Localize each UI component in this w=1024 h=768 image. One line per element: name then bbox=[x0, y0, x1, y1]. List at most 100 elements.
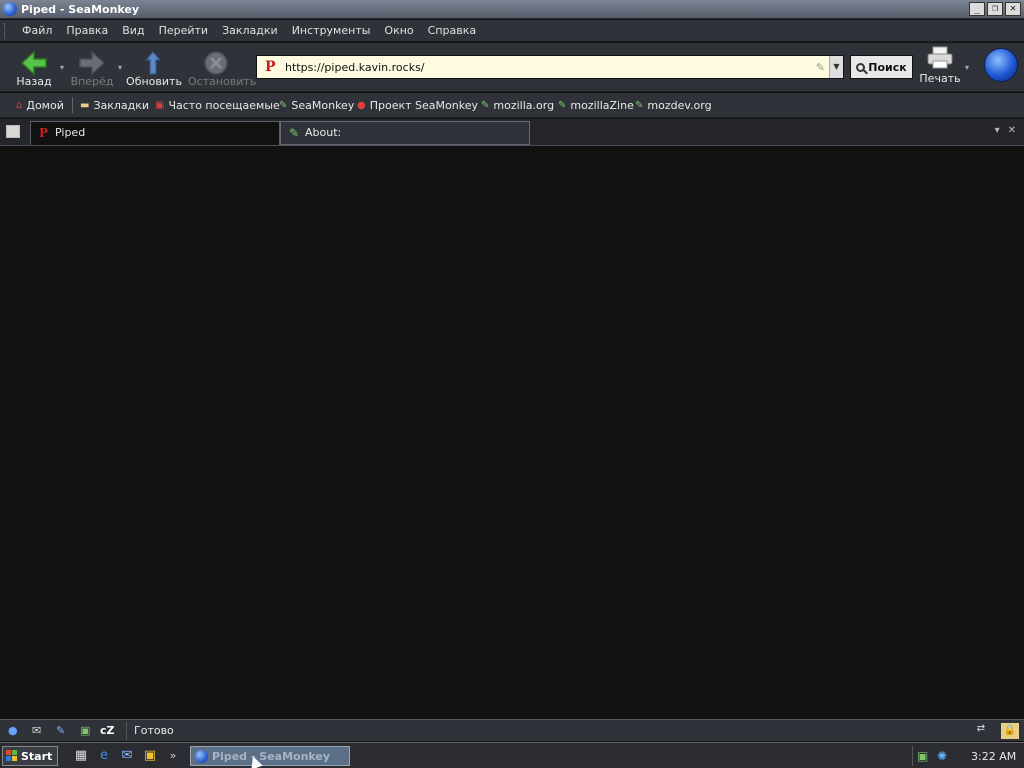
menu-window[interactable]: Окно bbox=[384, 24, 413, 37]
address-book-icon[interactable]: ▣ bbox=[80, 724, 90, 737]
link-icon: ✎ bbox=[289, 126, 300, 140]
title-bar: Piped - SeaMonkey _ ❐ ✕ bbox=[0, 0, 1024, 19]
back-button[interactable]: Назад bbox=[6, 46, 62, 90]
print-dropdown-icon[interactable]: ▾ bbox=[965, 63, 973, 72]
back-label: Назад bbox=[16, 75, 52, 88]
start-button[interactable]: Start bbox=[2, 746, 58, 766]
new-tab-icon[interactable] bbox=[6, 125, 20, 138]
bookmark-seamonkey-project[interactable]: ● Проект SeaMonkey bbox=[357, 99, 478, 112]
taskbar-item-label: Piped - SeaMonkey bbox=[212, 749, 331, 763]
windows-logo-icon bbox=[6, 750, 18, 762]
outlook-express-icon[interactable]: ✉ bbox=[118, 747, 136, 765]
reload-button[interactable]: Обновить bbox=[126, 46, 182, 90]
stop-button[interactable]: Остановить bbox=[188, 46, 257, 90]
page-content[interactable] bbox=[0, 146, 1024, 718]
update-icon[interactable]: ✺ bbox=[937, 749, 953, 763]
url-bar[interactable]: P ✎ ▼ bbox=[256, 55, 844, 79]
seamonkey-task-icon bbox=[195, 749, 208, 763]
security-lock-icon[interactable]: 🔒 bbox=[1000, 722, 1020, 740]
minimize-button[interactable]: _ bbox=[969, 2, 985, 16]
menu-view[interactable]: Вид bbox=[122, 24, 144, 37]
printer-icon bbox=[927, 46, 953, 69]
quicklaunch-more-icon[interactable]: » bbox=[164, 747, 182, 765]
tab-piped[interactable]: P Piped bbox=[30, 121, 280, 145]
link-icon: ✎ bbox=[481, 100, 490, 111]
bookmark-mozilla-org[interactable]: ✎ mozilla.org bbox=[481, 99, 554, 112]
bookmark-label: mozdev.org bbox=[647, 99, 712, 112]
forward-button[interactable]: Вперёд bbox=[64, 46, 120, 90]
tab-about[interactable]: ✎ About: bbox=[280, 121, 530, 145]
navigator-icon[interactable]: ● bbox=[8, 724, 18, 737]
menu-bookmarks[interactable]: Закладки bbox=[222, 24, 278, 37]
url-history-dropdown[interactable]: ▼ bbox=[829, 56, 843, 78]
menu-file[interactable]: Файл bbox=[22, 24, 52, 37]
menu-bar: Файл Правка Вид Перейти Закладки Инструм… bbox=[0, 20, 1024, 42]
forward-arrow-icon bbox=[79, 50, 106, 76]
history-icon: ▣ bbox=[155, 100, 165, 111]
bookmark-mozdev-org[interactable]: ✎ mozdev.org bbox=[635, 99, 712, 112]
link-icon: ✎ bbox=[635, 100, 644, 111]
menu-go[interactable]: Перейти bbox=[159, 24, 209, 37]
status-text: Готово bbox=[134, 724, 174, 737]
start-label: Start bbox=[21, 749, 53, 763]
folder-icon: ▬ bbox=[80, 100, 90, 111]
menu-help[interactable]: Справка bbox=[428, 24, 476, 37]
window-title: Piped - SeaMonkey bbox=[21, 2, 140, 16]
menu-tools[interactable]: Инструменты bbox=[292, 24, 371, 37]
tab-label: About: bbox=[305, 126, 342, 139]
piped-site-icon: P bbox=[265, 59, 276, 75]
tab-list-dropdown-icon[interactable]: ▾ bbox=[995, 125, 1000, 136]
reload-icon bbox=[144, 51, 162, 75]
stop-label: Остановить bbox=[188, 75, 257, 88]
bookmark-label: Проект SeaMonkey bbox=[369, 99, 478, 112]
forward-label: Вперёд bbox=[70, 75, 114, 88]
chatzilla-icon[interactable]: cZ bbox=[100, 724, 115, 737]
print-button[interactable]: Печать bbox=[916, 46, 964, 90]
bookmark-bookmarks-menu[interactable]: ▬ Закладки bbox=[80, 99, 149, 112]
status-divider bbox=[126, 722, 127, 740]
internet-explorer-icon[interactable]: e bbox=[95, 747, 113, 765]
search-label: Поиск bbox=[868, 60, 907, 74]
system-tray: ▣ ✺ 3:22 AM bbox=[912, 746, 1024, 766]
bookmark-seamonkey[interactable]: ✎ SeaMonkey bbox=[279, 99, 354, 112]
toolbar-grip[interactable] bbox=[4, 22, 8, 39]
taskbar-item-seamonkey[interactable]: Piped - SeaMonkey bbox=[190, 746, 350, 766]
show-desktop-icon[interactable]: ▦ bbox=[72, 747, 90, 765]
link-icon: ✎ bbox=[279, 100, 288, 111]
close-tab-icon[interactable]: ✕ bbox=[1008, 125, 1016, 136]
composer-icon[interactable]: ✎ bbox=[56, 724, 65, 737]
bookmark-label: Часто посещаемые bbox=[168, 99, 280, 112]
window-controls: _ ❐ ✕ bbox=[969, 2, 1021, 16]
bookmark-home[interactable]: ⌂ Домой bbox=[16, 99, 64, 112]
piped-tab-icon: P bbox=[39, 126, 49, 140]
bookmark-label: Закладки bbox=[93, 99, 150, 112]
status-bar: ● ✉ ✎ ▣ cZ Готово ⇄ 🔒 bbox=[0, 719, 1024, 741]
mail-icon[interactable]: ✉ bbox=[32, 724, 41, 737]
tab-controls: ▾ ✕ bbox=[995, 125, 1016, 136]
bookmark-label: mozilla.org bbox=[493, 99, 555, 112]
bookmark-label: Домой bbox=[26, 99, 64, 112]
seamonkey-throbber-icon[interactable] bbox=[984, 48, 1018, 82]
online-status-icon[interactable]: ⇄ bbox=[966, 723, 996, 739]
restore-button[interactable]: ❐ bbox=[987, 2, 1003, 16]
stop-icon bbox=[204, 51, 228, 75]
network-icon[interactable]: ▣ bbox=[917, 749, 933, 763]
close-button[interactable]: ✕ bbox=[1005, 2, 1021, 16]
explorer-icon[interactable]: ▣ bbox=[141, 747, 159, 765]
seamonkey-app-icon[interactable] bbox=[3, 2, 17, 16]
bookmark-separator bbox=[72, 97, 73, 113]
bookmark-label: mozillaZine bbox=[570, 99, 634, 112]
menu-edit[interactable]: Правка bbox=[66, 24, 108, 37]
clock: 3:22 AM bbox=[971, 749, 1017, 763]
search-icon bbox=[856, 62, 866, 72]
taskbar: Start ▦ e ✉ ▣ » Piped - SeaMonkey ▣ ✺ 3:… bbox=[0, 742, 1024, 768]
search-button[interactable]: Поиск bbox=[850, 55, 913, 79]
reload-label: Обновить bbox=[126, 75, 182, 88]
forward-dropdown-icon[interactable]: ▾ bbox=[118, 63, 126, 72]
page-proxy-icon[interactable]: ✎ bbox=[816, 61, 825, 74]
bookmark-mozillazine[interactable]: ✎ mozillaZine bbox=[558, 99, 634, 112]
bookmark-most-visited[interactable]: ▣ Часто посещаемые bbox=[155, 99, 280, 112]
tab-strip: P Piped ✎ About: ▾ ✕ bbox=[0, 119, 1024, 146]
seamonkey-icon: ● bbox=[357, 100, 366, 111]
url-input[interactable] bbox=[285, 60, 805, 74]
